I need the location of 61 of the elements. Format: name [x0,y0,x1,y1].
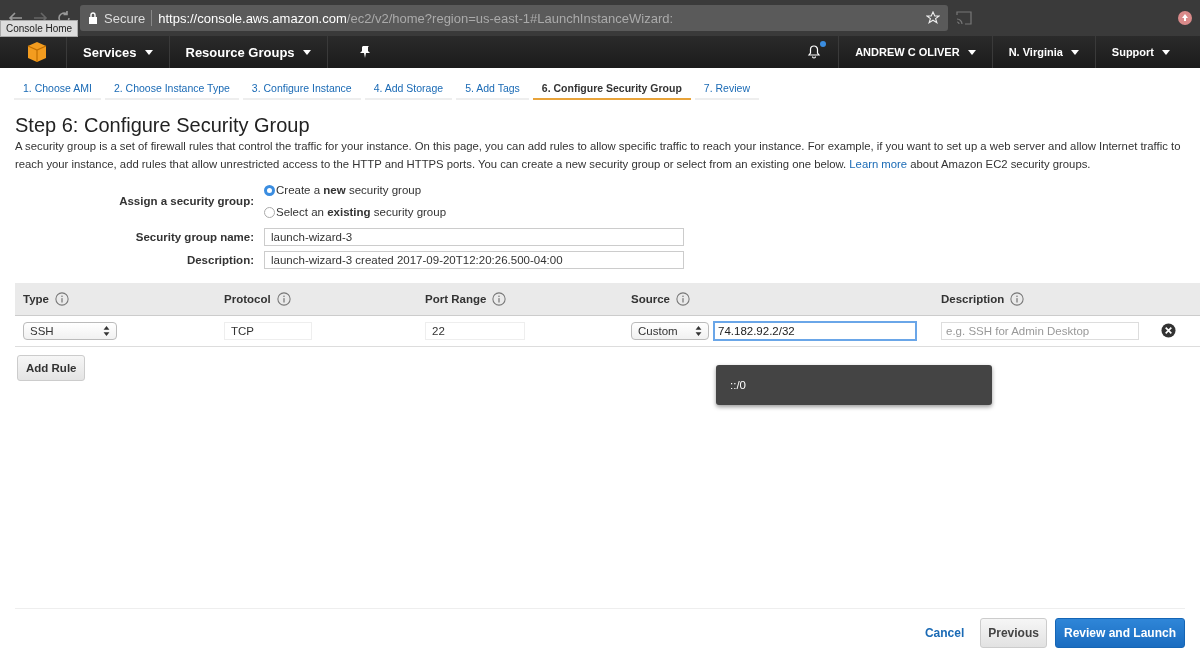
wizard-step-tab[interactable]: 2. Choose Instance Type [104,76,239,100]
info-icon[interactable] [1010,292,1025,306]
nav-menu[interactable]: ANDREW C OLIVER [838,36,992,68]
suggestion-dropdown[interactable]: ::/0 [716,365,992,405]
nav-menu[interactable]: N. Virginia [991,36,1095,68]
nav-menu[interactable]: Support [1094,36,1186,68]
url-text: https://console.aws.amazon.com/ec2/v2/home?region=us-east-1#LaunchInstanceWizard: [158,10,674,26]
column-header: Type [23,293,49,305]
cancel-link[interactable]: Cancel [924,626,965,640]
add-rule-button[interactable]: Add Rule [17,355,86,381]
radio-button[interactable] [264,206,275,218]
select-arrows-icon [695,326,702,336]
info-icon[interactable] [492,292,507,306]
nav-menu[interactable]: Resource Groups [168,36,327,68]
type-select[interactable]: SSH [23,322,117,340]
secure-label: Secure [104,10,146,26]
wizard-step-tab[interactable]: 7. Review [694,76,759,100]
input-field[interactable]: launch-wizard-3 [264,228,684,246]
lock-icon [88,12,98,24]
column-header: Protocol [224,293,271,305]
info-icon[interactable] [676,292,690,306]
wizard-step-tab[interactable]: 6. Configure Security Group [532,76,691,100]
nav-menu[interactable]: Services [66,36,169,68]
wizard-step-tab[interactable]: 1. Choose AMI [14,76,101,100]
star-icon[interactable] [926,11,940,25]
intro-paragraph: A security group is a set of firewall rules that control the traffic for your instance. On this page, you can add rules to allow specific traffic to reach your instance. For example, if you want to set up a web server and allow Internet traffic to reach your instance, add rules that allow unrestricted access to the HTTP and HTTPS ports. You can create a new security group or select from an existing one below. Learn more about Amazon EC2 security groups. [15,139,1182,172]
extension-icon[interactable] [1178,11,1192,25]
radio-button[interactable] [264,184,275,196]
field-label: Security group name: [134,231,254,243]
learn-more-link[interactable]: Learn more [849,157,908,170]
previous-button[interactable]: Previous [980,618,1047,648]
column-header: Port Range [425,293,487,305]
info-icon[interactable] [55,292,69,306]
caret-icon [144,49,153,55]
input-field[interactable]: 74.182.92.2/32 [713,321,917,341]
review-and-launch-button[interactable]: Review and Launch [1054,618,1185,648]
radio-option[interactable]: Create a new security group [264,179,1200,201]
wizard-step-tab[interactable]: 3. Configure Instance [242,76,361,100]
info-icon[interactable] [276,292,291,306]
page-title: Step 6: Configure Security Group [15,114,311,137]
column-header: Source [631,293,670,305]
source-select[interactable]: Custom [631,322,709,340]
cube-logo-icon[interactable] [26,41,48,63]
caret-icon [302,49,311,55]
caret-icon [1162,49,1170,55]
table-cell: TCP [224,322,312,340]
input-field[interactable]: launch-wizard-3 created 2017-09-20T12:20:26.500-04:00 [264,251,684,269]
column-header: Description [941,293,1005,305]
caret-icon [967,49,976,55]
address-bar[interactable]: Secure https://console.aws.amazon.com/ec2/v2/home?region=us-east-1#LaunchInstanceWizard: [80,5,948,31]
select-arrows-icon [103,326,110,336]
wizard-step-tab[interactable]: 5. Add Tags [456,76,529,100]
bell-icon[interactable] [806,43,823,59]
field-label: Description: [185,254,254,266]
wizard-step-tab[interactable]: 4. Add Storage [364,76,453,100]
caret-icon [1070,49,1079,55]
remove-icon[interactable] [1161,322,1176,338]
radio-option[interactable]: Select an existing security group [264,201,1200,223]
field-label: Assign a security group: [118,195,254,207]
tooltip: Console Home [0,20,79,37]
table-cell: 22 [425,322,525,340]
